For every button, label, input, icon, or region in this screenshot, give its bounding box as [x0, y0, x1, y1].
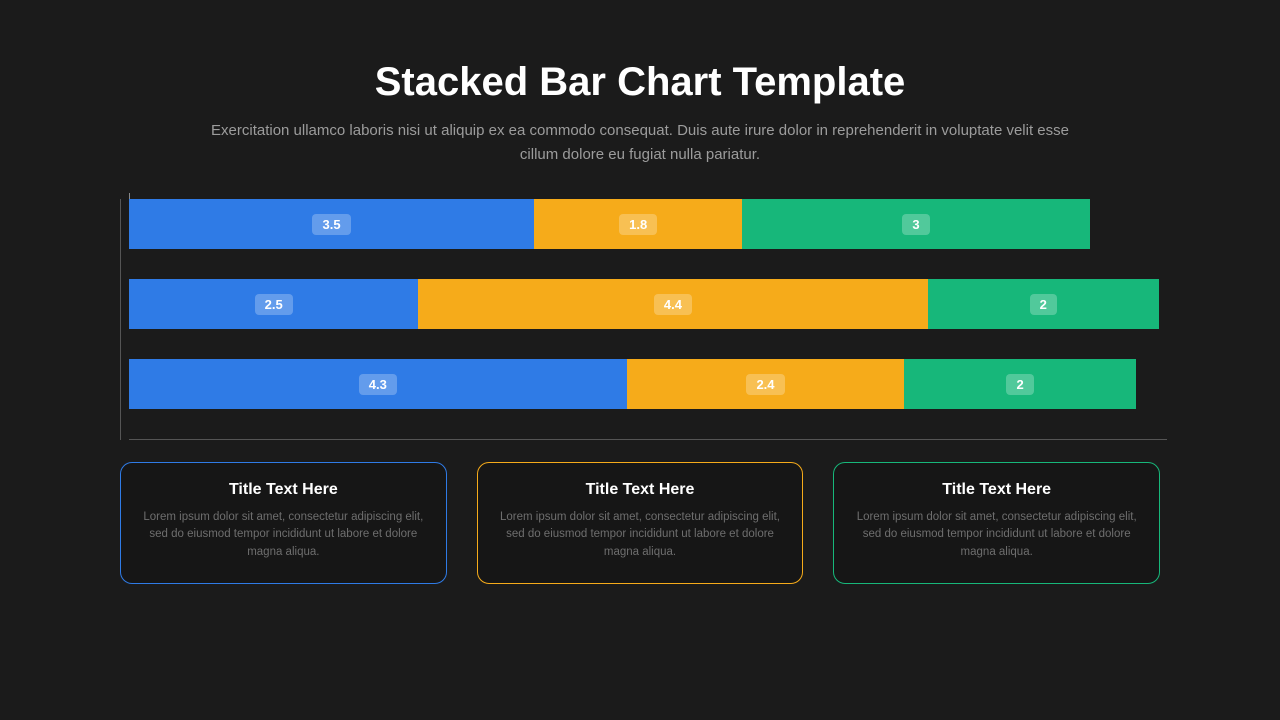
- axis-baseline: [129, 439, 1167, 440]
- card-title: Title Text Here: [500, 481, 781, 499]
- bar-segment-green: 2: [904, 359, 1135, 409]
- card-body: Lorem ipsum dolor sit amet, consectetur …: [500, 509, 781, 561]
- bar-value-label: 2.4: [746, 374, 784, 395]
- bar-segment-orange: 1.8: [534, 199, 742, 249]
- bar-segment-orange: 2.4: [627, 359, 905, 409]
- stacked-bar-chart: 3.5 1.8 3 2.5 4.4 2 4.3 2.4 2: [120, 199, 1160, 440]
- page-title: Stacked Bar Chart Template: [100, 60, 1180, 105]
- info-cards: Title Text Here Lorem ipsum dolor sit am…: [120, 462, 1160, 584]
- bar-segment-blue: 2.5: [129, 279, 418, 329]
- bar-row: 4.3 2.4 2: [129, 359, 1159, 409]
- bar-value-label: 4.3: [359, 374, 397, 395]
- bar-row: 2.5 4.4 2: [129, 279, 1159, 329]
- bar-segment-green: 3: [742, 199, 1089, 249]
- card-title: Title Text Here: [856, 481, 1137, 499]
- bar-segment-orange: 4.4: [418, 279, 927, 329]
- page-subtitle: Exercitation ullamco laboris nisi ut ali…: [190, 119, 1090, 167]
- bar-segment-blue: 4.3: [129, 359, 627, 409]
- card-body: Lorem ipsum dolor sit amet, consectetur …: [856, 509, 1137, 561]
- slide: Stacked Bar Chart Template Exercitation …: [0, 0, 1280, 720]
- bar-value-label: 4.4: [654, 294, 692, 315]
- bar-value-label: 1.8: [619, 214, 657, 235]
- info-card-green: Title Text Here Lorem ipsum dolor sit am…: [833, 462, 1160, 584]
- bar-segment-blue: 3.5: [129, 199, 534, 249]
- bar-value-label: 3.5: [312, 214, 350, 235]
- card-title: Title Text Here: [143, 481, 424, 499]
- bar-segment-green: 2: [928, 279, 1159, 329]
- bar-value-label: 2: [1030, 294, 1057, 315]
- bar-value-label: 2: [1006, 374, 1033, 395]
- bar-row: 3.5 1.8 3: [129, 199, 1159, 249]
- info-card-orange: Title Text Here Lorem ipsum dolor sit am…: [477, 462, 804, 584]
- info-card-blue: Title Text Here Lorem ipsum dolor sit am…: [120, 462, 447, 584]
- bar-value-label: 3: [902, 214, 929, 235]
- card-body: Lorem ipsum dolor sit amet, consectetur …: [143, 509, 424, 561]
- bar-value-label: 2.5: [255, 294, 293, 315]
